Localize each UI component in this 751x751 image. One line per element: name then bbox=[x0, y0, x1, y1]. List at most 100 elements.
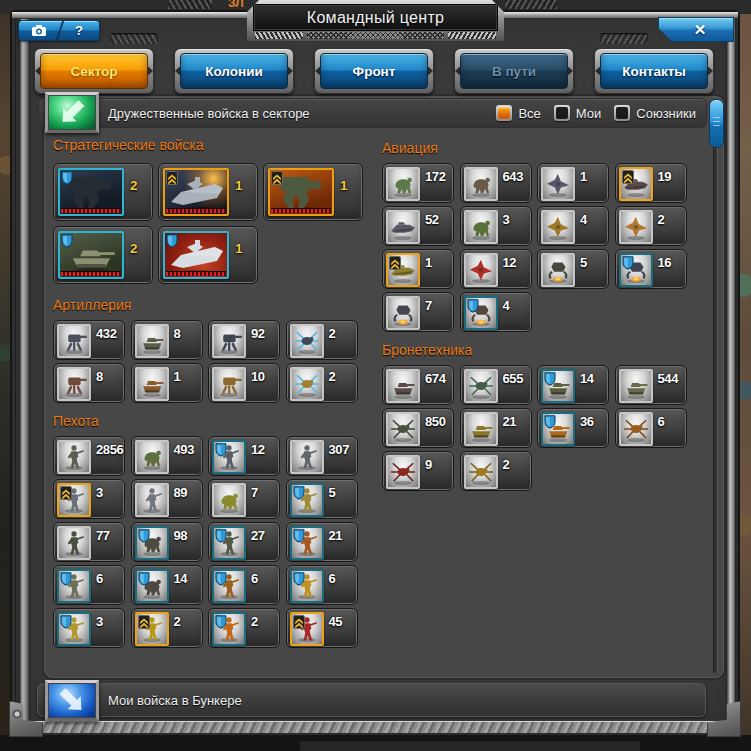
unit-cell[interactable]: 1 bbox=[382, 249, 454, 289]
unit-cell[interactable]: 21 bbox=[460, 408, 532, 448]
filter-союзники[interactable]: Союзники bbox=[614, 105, 696, 121]
unit-cell[interactable]: 52 bbox=[382, 206, 454, 246]
unit-cell[interactable]: 5 bbox=[286, 479, 358, 519]
unit-cell[interactable]: 307 bbox=[286, 436, 358, 476]
unit-icon bbox=[290, 526, 324, 560]
unit-cell[interactable]: 6 bbox=[286, 565, 358, 605]
unit-cell[interactable]: 98 bbox=[131, 522, 203, 562]
tab-contacts[interactable]: Контакты bbox=[594, 48, 714, 94]
unit-cell[interactable]: 1 bbox=[158, 163, 258, 221]
unit-cell[interactable]: 674 bbox=[382, 365, 454, 405]
unit-cell[interactable]: 2 bbox=[615, 206, 687, 246]
tab-front[interactable]: Фронт bbox=[314, 48, 434, 94]
unit-count: 1 bbox=[580, 169, 605, 184]
unit-cell[interactable]: 89 bbox=[131, 479, 203, 519]
unit-cell[interactable]: 12 bbox=[208, 436, 280, 476]
unit-cell[interactable]: 8 bbox=[53, 363, 125, 403]
unit-cell[interactable]: 16 bbox=[615, 249, 687, 289]
unit-cell[interactable]: 850 bbox=[382, 408, 454, 448]
unit-icon bbox=[541, 167, 575, 201]
unit-count: 5 bbox=[580, 255, 605, 270]
unit-count: 7 bbox=[251, 485, 276, 500]
unit-icon bbox=[135, 440, 169, 474]
unit-cell[interactable]: 92 bbox=[208, 320, 280, 360]
unit-cell[interactable]: 77 bbox=[53, 522, 125, 562]
unit-cell[interactable]: 432 bbox=[53, 320, 125, 360]
shield-badge-icon bbox=[467, 299, 479, 313]
tab-sector[interactable]: Сектор bbox=[34, 48, 154, 94]
unit-count: 8 bbox=[174, 326, 199, 341]
unit-icon bbox=[290, 569, 324, 603]
unit-cell[interactable]: 4 bbox=[460, 292, 532, 332]
unit-cell[interactable]: 3 bbox=[460, 206, 532, 246]
shield-badge-icon bbox=[544, 415, 556, 429]
unit-cell[interactable]: 5 bbox=[537, 249, 609, 289]
unit-cell[interactable]: 45 bbox=[286, 608, 358, 648]
unit-count: 3 bbox=[96, 485, 121, 500]
tab-intransit[interactable]: В пути bbox=[454, 48, 574, 94]
section-armor: Бронетехника674655145448502136692 bbox=[382, 342, 693, 491]
unit-icon bbox=[163, 168, 229, 216]
friendly-troops-header[interactable]: Дружественные войска в секторе ВсеМоиСою… bbox=[38, 98, 707, 128]
window-frame-bottom bbox=[12, 721, 738, 735]
unit-cell[interactable]: 2 bbox=[208, 608, 280, 648]
unit-cell[interactable]: 7 bbox=[382, 292, 454, 332]
unit-cell[interactable]: 2 bbox=[131, 608, 203, 648]
unit-cell[interactable]: 7 bbox=[208, 479, 280, 519]
background-bottombar bbox=[0, 735, 751, 751]
unit-count: 643 bbox=[503, 169, 528, 184]
unit-cell[interactable]: 1 bbox=[537, 163, 609, 203]
game-background-left bbox=[0, 0, 12, 751]
checkbox[interactable] bbox=[554, 105, 570, 121]
unit-count: 21 bbox=[329, 528, 354, 543]
unit-cell[interactable]: 6 bbox=[615, 408, 687, 448]
unit-count: 674 bbox=[425, 371, 450, 386]
tab-colonies[interactable]: Колонии bbox=[174, 48, 294, 94]
unit-cell[interactable]: 36 bbox=[537, 408, 609, 448]
camera-button[interactable] bbox=[19, 21, 59, 40]
unit-cell[interactable]: 3 bbox=[53, 479, 125, 519]
unit-cell[interactable]: 14 bbox=[537, 365, 609, 405]
unit-cell[interactable]: 1 bbox=[158, 226, 258, 284]
unit-icon bbox=[290, 324, 324, 358]
unit-cell[interactable]: 4 bbox=[537, 206, 609, 246]
unit-cell[interactable]: 6 bbox=[53, 565, 125, 605]
unit-cell[interactable]: 9 bbox=[382, 451, 454, 491]
unit-icon bbox=[57, 483, 91, 517]
unit-cell[interactable]: 14 bbox=[131, 565, 203, 605]
filter-label: Мои bbox=[576, 106, 601, 121]
unit-cell[interactable]: 2 bbox=[53, 163, 153, 221]
unit-cell[interactable]: 2856 bbox=[53, 436, 125, 476]
unit-cell[interactable]: 3 bbox=[53, 608, 125, 648]
unit-cell[interactable]: 2 bbox=[286, 320, 358, 360]
unit-cell[interactable]: 19 bbox=[615, 163, 687, 203]
unit-cell[interactable]: 1 bbox=[131, 363, 203, 403]
help-button[interactable]: ? bbox=[59, 21, 99, 40]
unit-cell[interactable]: 10 bbox=[208, 363, 280, 403]
unit-cell[interactable]: 655 bbox=[460, 365, 532, 405]
filter-group: Все Мои Союзники bbox=[496, 105, 696, 121]
unit-cell[interactable]: 12 bbox=[460, 249, 532, 289]
filter-все[interactable]: Все bbox=[496, 105, 540, 121]
unit-cell[interactable]: 2 bbox=[286, 363, 358, 403]
unit-cell[interactable]: 493 bbox=[131, 436, 203, 476]
unit-cell[interactable]: 2 bbox=[53, 226, 153, 284]
section-title: Артиллерия bbox=[53, 297, 364, 314]
unit-cell[interactable]: 6 bbox=[208, 565, 280, 605]
checkbox[interactable] bbox=[614, 105, 630, 121]
unit-cell[interactable]: 27 bbox=[208, 522, 280, 562]
close-button[interactable]: ✕ bbox=[658, 17, 734, 42]
unit-cell[interactable]: 2 bbox=[460, 451, 532, 491]
unit-cell[interactable]: 172 bbox=[382, 163, 454, 203]
unit-cell[interactable]: 643 bbox=[460, 163, 532, 203]
unit-icon bbox=[541, 253, 575, 287]
unit-cell[interactable]: 8 bbox=[131, 320, 203, 360]
filter-мои[interactable]: Мои bbox=[554, 105, 601, 121]
bunker-troops-header[interactable]: Мои войска в Бункере bbox=[37, 683, 706, 717]
scrollbar-track[interactable] bbox=[713, 99, 718, 673]
scrollbar-thumb[interactable] bbox=[709, 99, 724, 148]
unit-cell[interactable]: 544 bbox=[615, 365, 687, 405]
checkbox[interactable] bbox=[496, 105, 512, 121]
unit-cell[interactable]: 1 bbox=[263, 163, 363, 221]
unit-cell[interactable]: 21 bbox=[286, 522, 358, 562]
